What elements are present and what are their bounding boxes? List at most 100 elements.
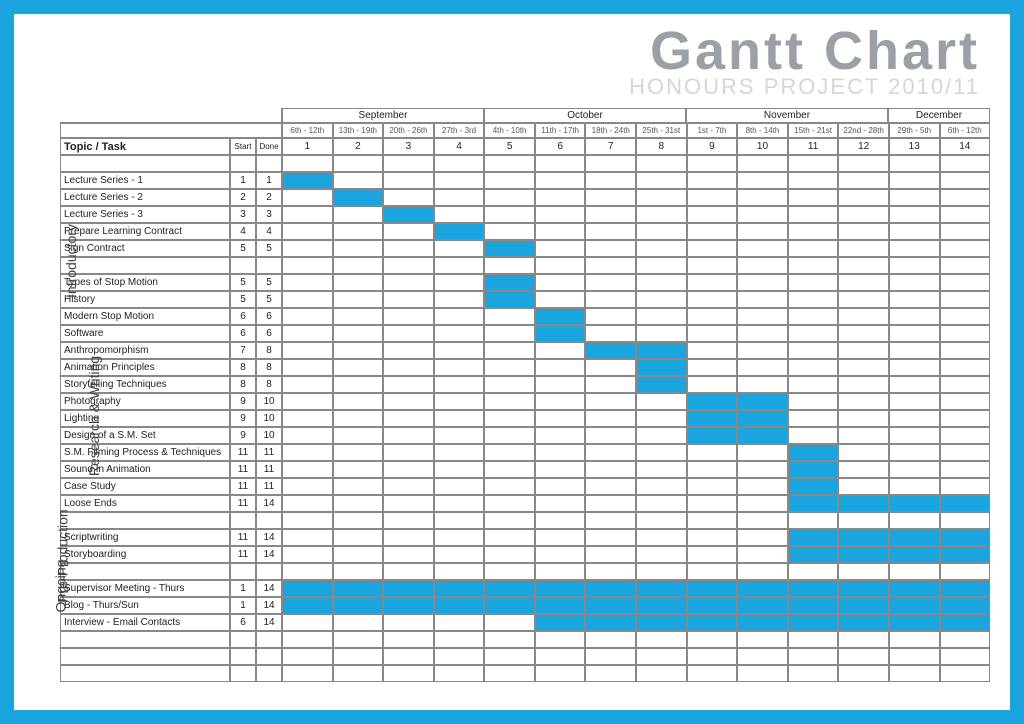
gantt-cell bbox=[535, 172, 586, 189]
gantt-cell bbox=[535, 427, 586, 444]
week-number-header: 11 bbox=[788, 138, 839, 155]
start-cell: 7 bbox=[230, 342, 256, 359]
done-cell bbox=[256, 512, 282, 529]
gantt-cell bbox=[940, 308, 991, 325]
task-cell: Modern Stop Motion bbox=[60, 308, 230, 325]
gantt-cell bbox=[484, 393, 535, 410]
gantt-cell bbox=[282, 631, 333, 648]
date-range-header: 15th - 21st bbox=[788, 123, 839, 138]
gantt-cell bbox=[687, 665, 738, 682]
gantt-cell bbox=[535, 546, 586, 563]
gantt-cell bbox=[636, 444, 687, 461]
gantt-cell bbox=[585, 155, 636, 172]
table-row: Photography910 bbox=[60, 393, 990, 410]
start-cell bbox=[230, 648, 256, 665]
gantt-cell bbox=[282, 240, 333, 257]
gantt-cell bbox=[333, 478, 384, 495]
chart-title: Gantt Chart bbox=[34, 24, 980, 78]
gantt-cell bbox=[484, 563, 535, 580]
gantt-cell bbox=[434, 512, 485, 529]
gantt-cell bbox=[687, 274, 738, 291]
table-row: Sound In Animation1111 bbox=[60, 461, 990, 478]
start-cell bbox=[230, 512, 256, 529]
task-cell bbox=[60, 563, 230, 580]
gantt-cell bbox=[838, 376, 889, 393]
gantt-cell bbox=[484, 444, 535, 461]
gantt-cell bbox=[282, 274, 333, 291]
gantt-cell bbox=[434, 427, 485, 444]
gantt-cell bbox=[940, 172, 991, 189]
gantt-cell bbox=[788, 478, 839, 495]
gantt-cell bbox=[434, 580, 485, 597]
gantt-cell bbox=[788, 359, 839, 376]
gantt-cell bbox=[535, 393, 586, 410]
gantt-cell bbox=[434, 410, 485, 427]
gantt-cell bbox=[333, 257, 384, 274]
start-cell: 9 bbox=[230, 410, 256, 427]
done-cell: 6 bbox=[256, 308, 282, 325]
gantt-cell bbox=[282, 648, 333, 665]
gantt-cell bbox=[788, 529, 839, 546]
gantt-cell bbox=[535, 274, 586, 291]
gantt-cell bbox=[434, 189, 485, 206]
gantt-cell bbox=[940, 223, 991, 240]
gantt-cell bbox=[737, 529, 788, 546]
gantt-cell bbox=[737, 308, 788, 325]
gantt-cell bbox=[838, 325, 889, 342]
done-cell: 14 bbox=[256, 597, 282, 614]
date-range-header: 8th - 14th bbox=[737, 123, 788, 138]
gantt-cell bbox=[636, 529, 687, 546]
gantt-cell bbox=[535, 308, 586, 325]
gantt-cell bbox=[788, 223, 839, 240]
gantt-cell bbox=[737, 495, 788, 512]
table-row: Design of a S.M. Set910 bbox=[60, 427, 990, 444]
gantt-cell bbox=[889, 359, 940, 376]
gantt-cell bbox=[687, 529, 738, 546]
gantt-cell bbox=[687, 206, 738, 223]
gantt-cell bbox=[889, 512, 940, 529]
gantt-cell bbox=[838, 223, 889, 240]
start-cell: 11 bbox=[230, 495, 256, 512]
gantt-cell bbox=[484, 529, 535, 546]
gantt-cell bbox=[940, 512, 991, 529]
table-row: Animation Principles88 bbox=[60, 359, 990, 376]
gantt-cell bbox=[788, 444, 839, 461]
gantt-cell bbox=[788, 155, 839, 172]
gantt-cell bbox=[940, 461, 991, 478]
gantt-cell bbox=[940, 444, 991, 461]
gantt-cell bbox=[940, 291, 991, 308]
table-row: Prepare Learning Contract44 bbox=[60, 223, 990, 240]
gantt-cell bbox=[484, 597, 535, 614]
gantt-cell bbox=[838, 189, 889, 206]
gantt-cell bbox=[737, 274, 788, 291]
gantt-cell bbox=[282, 580, 333, 597]
gantt-cell bbox=[282, 291, 333, 308]
table-row bbox=[60, 257, 990, 274]
gantt-cell bbox=[737, 665, 788, 682]
gantt-cell bbox=[585, 240, 636, 257]
gantt-cell bbox=[687, 631, 738, 648]
gantt-cell bbox=[585, 257, 636, 274]
gantt-cell bbox=[333, 580, 384, 597]
gantt-cell bbox=[636, 189, 687, 206]
task-cell bbox=[60, 648, 230, 665]
gantt-cell bbox=[636, 155, 687, 172]
gantt-cell bbox=[838, 308, 889, 325]
gantt-cell bbox=[282, 376, 333, 393]
gantt-cell bbox=[940, 189, 991, 206]
gantt-cell bbox=[434, 597, 485, 614]
gantt-cell bbox=[333, 376, 384, 393]
gantt-cell bbox=[535, 206, 586, 223]
gantt-cell bbox=[687, 461, 738, 478]
gantt-cell bbox=[940, 257, 991, 274]
gantt-cell bbox=[535, 223, 586, 240]
start-cell: 5 bbox=[230, 291, 256, 308]
start-cell: 6 bbox=[230, 308, 256, 325]
gantt-cell bbox=[585, 376, 636, 393]
gantt-cell bbox=[636, 342, 687, 359]
gantt-cell bbox=[687, 189, 738, 206]
gantt-cell bbox=[383, 444, 434, 461]
gantt-cell bbox=[687, 240, 738, 257]
gantt-cell bbox=[687, 308, 738, 325]
done-cell: 1 bbox=[256, 172, 282, 189]
